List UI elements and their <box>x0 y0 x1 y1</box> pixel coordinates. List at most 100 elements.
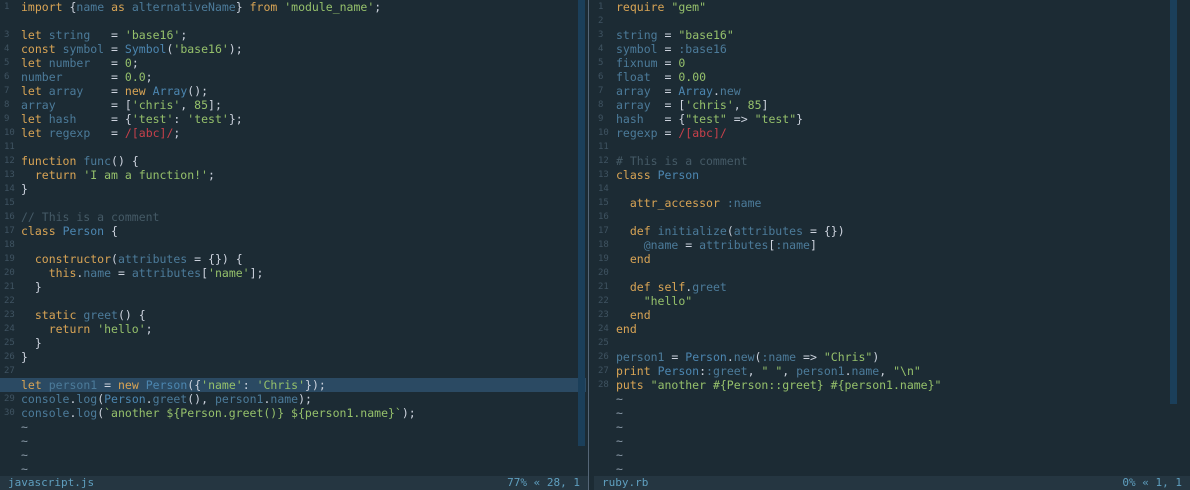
code-line[interactable]: 24 return 'hello'; <box>0 322 586 336</box>
line-number: 28 <box>598 380 609 390</box>
right-scroll-thumb[interactable] <box>1170 0 1177 404</box>
code-text: } <box>34 336 42 350</box>
code-line[interactable]: 16 <box>594 210 1184 224</box>
empty-line-marker[interactable]: ~ <box>0 462 586 476</box>
code-line[interactable]: 30 console.log(`another ${Person.greet()}… <box>0 406 586 420</box>
code-line[interactable]: 9 let hash = {'test': 'test'}; <box>0 112 586 126</box>
line-number: 23 <box>598 310 609 320</box>
code-line[interactable]: 10 let regexp = /[abc]/; <box>0 126 586 140</box>
code-line[interactable]: 8 array = ['chris', 85]; <box>0 98 586 112</box>
code-line[interactable]: 7 array = Array.new <box>594 84 1184 98</box>
empty-line-marker[interactable]: ~ <box>594 392 1184 406</box>
line-number: 22 <box>598 296 609 306</box>
code-line[interactable]: 13 return 'I am a function!'; <box>0 168 586 182</box>
code-line[interactable]: 29 console.log(Person.greet(), person1.na… <box>0 392 586 406</box>
code-line[interactable]: 22 <box>0 294 586 308</box>
code-line[interactable]: 6 number = 0.0; <box>0 70 586 84</box>
code-text: constructor(attributes = {}) { <box>34 252 243 266</box>
code-line[interactable]: 2 <box>594 14 1184 28</box>
code-line[interactable]: 24 end <box>594 322 1184 336</box>
code-line[interactable]: 19 constructor(attributes = {}) { <box>0 252 586 266</box>
code-line[interactable]: 4 symbol = :base16 <box>594 42 1184 56</box>
line-number: 6 <box>598 72 604 82</box>
code-line[interactable]: 26 person1 = Person.new(:name => "Chris") <box>594 350 1184 364</box>
code-line[interactable]: 25 } <box>0 336 586 350</box>
code-line[interactable] <box>0 14 586 28</box>
code-line[interactable]: 1 import {name as alternativeName} from '… <box>0 0 586 14</box>
code-line[interactable]: 22 "hello" <box>594 294 1184 308</box>
empty-line-marker[interactable]: ~ <box>594 448 1184 462</box>
code-line[interactable]: 10 regexp = /[abc]/ <box>594 126 1184 140</box>
code-line[interactable]: 27 <box>0 364 586 378</box>
code-line[interactable]: 18 @name = attributes[:name] <box>594 238 1184 252</box>
empty-line-marker[interactable]: ~ <box>0 448 586 462</box>
line-number: 18 <box>598 240 609 250</box>
empty-line-marker[interactable]: ~ <box>594 420 1184 434</box>
code-line[interactable]: 11 <box>594 140 1184 154</box>
code-line[interactable]: 17 class Person { <box>0 224 586 238</box>
code-line[interactable]: 23 end <box>594 308 1184 322</box>
code-line[interactable]: 3 string = "base16" <box>594 28 1184 42</box>
code-line[interactable]: 21 } <box>0 280 586 294</box>
code-line[interactable]: 4 const symbol = Symbol('base16'); <box>0 42 586 56</box>
code-line[interactable]: 5 fixnum = 0 <box>594 56 1184 70</box>
code-line[interactable]: 7 let array = new Array(); <box>0 84 586 98</box>
code-line[interactable]: 26} <box>0 350 586 364</box>
code-text: person1 = Person.new(:name => "Chris") <box>616 350 880 364</box>
code-line[interactable]: 5 let number = 0; <box>0 56 586 70</box>
code-line[interactable]: 12 function func() { <box>0 154 586 168</box>
code-text: let hash = {'test': 'test'}; <box>21 112 243 126</box>
line-number: 13 <box>598 170 609 180</box>
empty-line-marker[interactable]: ~ <box>594 462 1184 476</box>
line-number: 8 <box>4 100 10 110</box>
code-line[interactable]: 12 # This is a comment <box>594 154 1184 168</box>
code-line[interactable]: 16 // This is a comment <box>0 210 586 224</box>
code-line[interactable]: 13 class Person <box>594 168 1184 182</box>
left-scroll-thumb[interactable] <box>578 0 585 446</box>
code-text: array = Array.new <box>616 84 741 98</box>
line-number: 19 <box>598 254 609 264</box>
code-text: ~ <box>21 420 28 434</box>
cursor-position: 77% « 28, 1 <box>507 476 580 489</box>
code-line[interactable]: 6 float = 0.00 <box>594 70 1184 84</box>
code-text: "hello" <box>643 294 693 308</box>
code-line[interactable]: 9 hash = {"test" => "test"} <box>594 112 1184 126</box>
code-line[interactable]: 11 <box>0 140 586 154</box>
code-line[interactable]: 28 puts "another #{Person::greet} #{perso… <box>594 378 1184 392</box>
code-line[interactable]: 23 static greet() { <box>0 308 586 322</box>
line-number: 16 <box>4 212 15 222</box>
line-number: 9 <box>4 114 10 124</box>
code-text: string = "base16" <box>616 28 734 42</box>
code-text: symbol = :base16 <box>616 42 727 56</box>
code-line[interactable]: 15 <box>0 196 586 210</box>
code-line[interactable]: 21 def self.greet <box>594 280 1184 294</box>
code-text: let string = 'base16'; <box>21 28 188 42</box>
filename-label: javascript.js <box>8 476 95 489</box>
empty-line-marker[interactable]: ~ <box>594 434 1184 448</box>
code-line[interactable]: let person1 = new Person({'name': 'Chris… <box>0 378 586 392</box>
code-line[interactable]: 25 <box>594 336 1184 350</box>
empty-line-marker[interactable]: ~ <box>594 406 1184 420</box>
line-number: 11 <box>598 142 609 152</box>
code-line[interactable]: 8 array = ['chris', 85] <box>594 98 1184 112</box>
code-line[interactable]: 14} <box>0 182 586 196</box>
code-line[interactable]: 19 end <box>594 252 1184 266</box>
code-text: import {name as alternativeName} from 'm… <box>21 0 382 14</box>
editor-pane-ruby[interactable]: 1 require "gem" 2 3 string = "base16" 4 symbol… <box>594 0 1184 476</box>
status-line-right: ruby.rb 0% « 1, 1 <box>594 476 1190 490</box>
code-line[interactable]: 14 <box>594 182 1184 196</box>
code-line[interactable]: 20 this.name = attributes['name']; <box>0 266 586 280</box>
left-scrollbar[interactable] <box>578 0 585 446</box>
code-line[interactable]: 1 require "gem" <box>594 0 1184 14</box>
code-line[interactable]: 27 print Person::greet, " ", person1.name… <box>594 364 1184 378</box>
vertical-split-divider[interactable] <box>588 0 593 490</box>
code-line[interactable]: 17 def initialize(attributes = {}) <box>594 224 1184 238</box>
right-scrollbar[interactable] <box>1170 0 1177 404</box>
code-line[interactable]: 15 attr_accessor :name <box>594 196 1184 210</box>
code-line[interactable]: 20 <box>594 266 1184 280</box>
code-line[interactable]: 18 <box>0 238 586 252</box>
empty-line-marker[interactable]: ~ <box>0 434 586 448</box>
code-line[interactable]: 3 let string = 'base16'; <box>0 28 586 42</box>
editor-pane-javascript[interactable]: 1 import {name as alternativeName} from '… <box>0 0 586 476</box>
empty-line-marker[interactable]: ~ <box>0 420 586 434</box>
